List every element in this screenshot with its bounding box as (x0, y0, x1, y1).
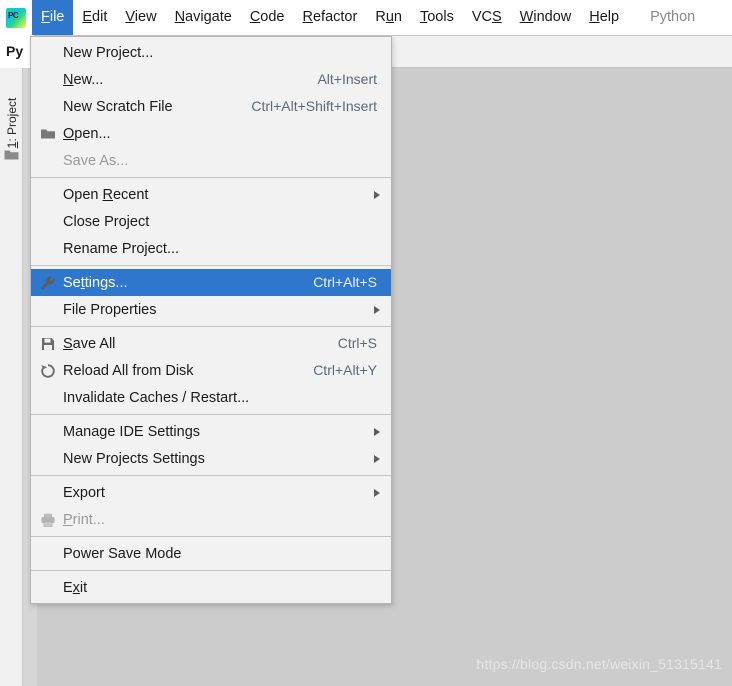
reload-icon (40, 363, 56, 379)
menu-item-label: Power Save Mode (63, 545, 182, 562)
menu-item-label: New Project... (63, 44, 154, 61)
menu-item-print: Print... (31, 506, 391, 533)
menu-item-open-recent[interactable]: Open Recent (31, 181, 391, 208)
menu-item-label: Export (63, 484, 105, 501)
menu-item-label: Open Recent (63, 186, 149, 203)
menu-separator (31, 265, 391, 266)
menu-bar-item-help[interactable]: Help (580, 0, 628, 35)
menu-separator (31, 536, 391, 537)
menu-item-label: Open... (63, 125, 111, 142)
menu-item-exit[interactable]: Exit (31, 574, 391, 601)
menu-item-new-project[interactable]: New Project... (31, 39, 391, 66)
menu-separator (31, 570, 391, 571)
menu-item-new-scratch-file[interactable]: New Scratch File Ctrl+Alt+Shift+Insert (31, 93, 391, 120)
pycharm-window: Py 1: Project FileEditViewNavigateCodeRe… (0, 0, 732, 686)
file-dropdown-menu[interactable]: New Project... New... Alt+Insert New Scratc… (30, 36, 392, 604)
menu-item-save-as: Save As... (31, 147, 391, 174)
menu-item-label: Print... (63, 511, 105, 528)
printer-icon (40, 512, 56, 528)
menu-item-shortcut: Ctrl+S (337, 335, 377, 351)
menu-item-label: New Projects Settings (63, 450, 205, 467)
submenu-arrow-icon (374, 428, 380, 436)
menu-item-settings[interactable]: Settings... Ctrl+Alt+S (31, 269, 391, 296)
submenu-arrow-icon (374, 489, 380, 497)
left-tool-window-bar: 1: Project (0, 68, 23, 686)
menu-item-power-save-mode[interactable]: Power Save Mode (31, 540, 391, 567)
menu-bar-items: File Edit View Navigate Code Refactor Run Tools… (32, 0, 628, 35)
menu-separator (31, 475, 391, 476)
menu-bar-item-view[interactable]: View (116, 0, 165, 35)
menu-item-reload-all-from-disk[interactable]: Reload All from Disk Ctrl+Alt+Y (31, 357, 391, 384)
menu-item-label: New... (63, 71, 104, 88)
menu-bar-item-tools[interactable]: Tools (411, 0, 463, 35)
menu-item-label: File Properties (63, 301, 157, 318)
menu-item-label: Invalidate Caches / Restart... (63, 389, 250, 406)
menu-item-shortcut: Ctrl+Alt+Y (313, 362, 377, 378)
menu-item-label: Settings... (63, 274, 128, 291)
menu-item-label: Save All (63, 335, 116, 352)
menu-item-close-project[interactable]: Close Project (31, 208, 391, 235)
product-indicator-label: Python (650, 9, 696, 25)
menu-bar-item-edit[interactable]: Edit (73, 0, 116, 35)
menu-bar-item-vcs[interactable]: VCS (463, 0, 511, 35)
folder-icon (40, 126, 56, 142)
submenu-arrow-icon (374, 191, 380, 199)
menu-item-label: Close Project (63, 213, 150, 230)
menu-item-open[interactable]: Open... (31, 120, 391, 147)
menu-item-invalidate-caches-restart[interactable]: Invalidate Caches / Restart... (31, 384, 391, 411)
menu-item-label: Save As... (63, 152, 129, 169)
menu-item-label: Reload All from Disk (63, 362, 194, 379)
menu-bar-item-window[interactable]: Window (511, 0, 581, 35)
menu-item-new[interactable]: New... Alt+Insert (31, 66, 391, 93)
menu-item-save-all[interactable]: Save All Ctrl+S (31, 330, 391, 357)
menu-bar-item-run[interactable]: Run (366, 0, 411, 35)
menu-bar-item-refactor[interactable]: Refactor (294, 0, 367, 35)
menu-item-label: Manage IDE Settings (63, 423, 201, 440)
menu-item-rename-project[interactable]: Rename Project... (31, 235, 391, 262)
menu-bar-item-code[interactable]: Code (241, 0, 294, 35)
submenu-arrow-icon (374, 455, 380, 463)
menu-item-export[interactable]: Export (31, 479, 391, 506)
main-menu-bar: FileEditViewNavigateCodeRefactorRunTools… (0, 0, 732, 35)
menu-item-label: Rename Project... (63, 240, 180, 257)
menu-item-label: Exit (63, 579, 88, 596)
watermark-url: https://blog.csdn.net/weixin_51315141 (476, 656, 722, 672)
menu-item-label: New Scratch File (63, 98, 173, 115)
menu-item-file-properties[interactable]: File Properties (31, 296, 391, 323)
menu-item-shortcut: Alt+Insert (317, 71, 377, 87)
submenu-arrow-icon (374, 306, 380, 314)
menu-item-shortcut: Ctrl+Alt+Shift+Insert (251, 98, 377, 114)
menu-item-shortcut: Ctrl+Alt+S (313, 274, 377, 290)
folder-icon[interactable] (4, 148, 19, 160)
menu-separator (31, 326, 391, 327)
wrench-icon (40, 275, 56, 291)
menu-separator (31, 177, 391, 178)
menu-item-new-projects-settings[interactable]: New Projects Settings (31, 445, 391, 472)
menu-bar-item-file[interactable]: File (32, 0, 74, 35)
menu-bar-item-navigate[interactable]: Navigate (166, 0, 241, 35)
save-icon (40, 336, 56, 352)
menu-item-manage-ide-settings[interactable]: Manage IDE Settings (31, 418, 391, 445)
sidebar-item-project-label: : Project (5, 97, 19, 142)
pycharm-logo-icon (6, 7, 26, 28)
editor-tab-label: Py (6, 43, 24, 59)
menu-separator (31, 414, 391, 415)
